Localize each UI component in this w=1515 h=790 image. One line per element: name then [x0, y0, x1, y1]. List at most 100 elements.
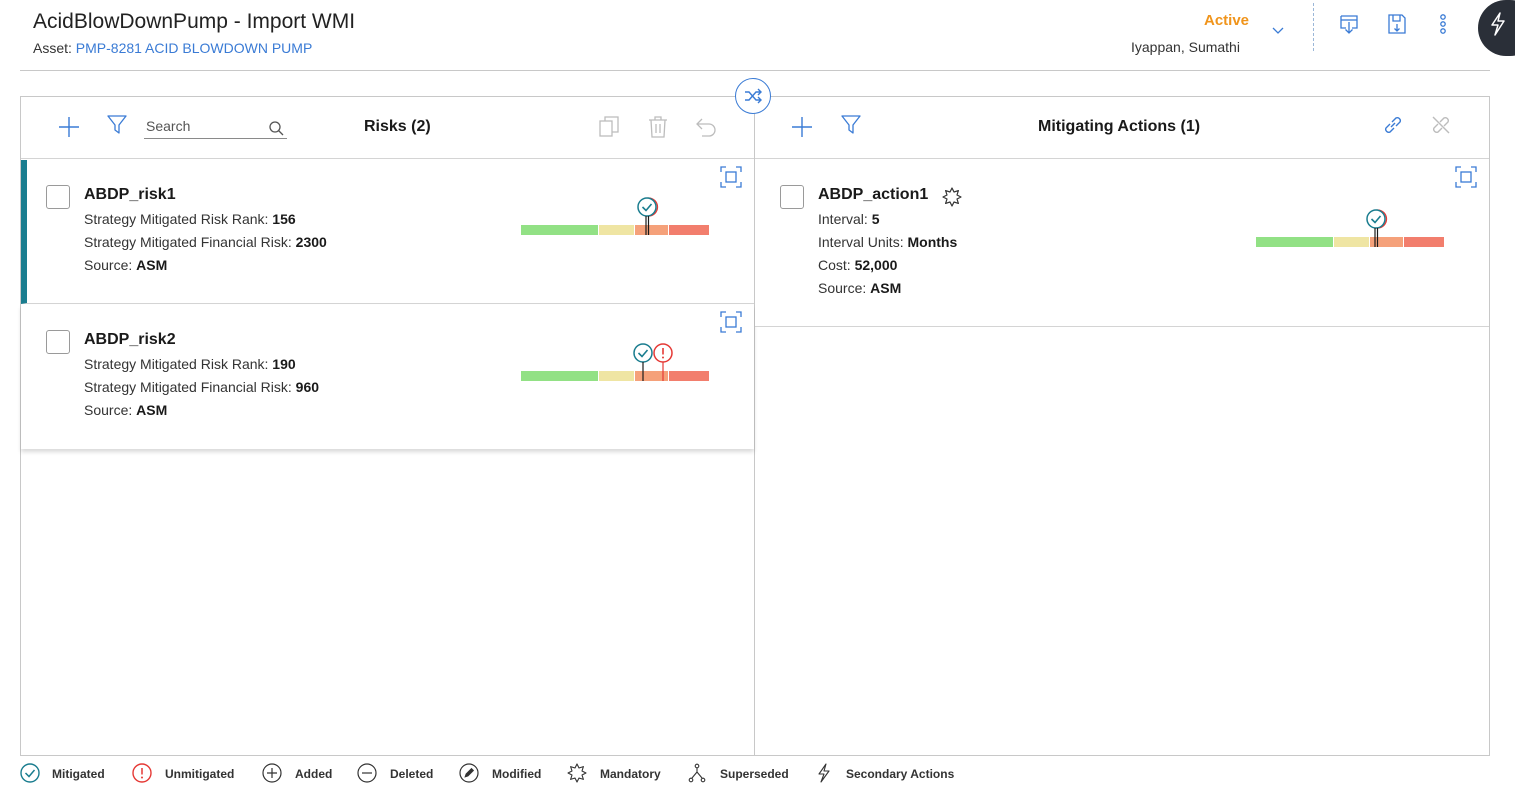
risk-rank-field: Strategy Mitigated Risk Rank: 156: [84, 211, 296, 227]
field-label: Source:: [84, 402, 133, 418]
legend-label: Added: [295, 767, 333, 781]
unmitigated-icon: [132, 763, 152, 783]
actions-toolbar: Mitigating Actions (1): [755, 97, 1489, 159]
source-field: Source: ASM: [84, 402, 167, 418]
field-value: 2300: [295, 234, 327, 250]
risk-critical-segment: [669, 371, 709, 381]
field-label: Interval:: [818, 211, 868, 227]
risk-rank-field: Strategy Mitigated Risk Rank: 190: [84, 356, 296, 372]
status-label[interactable]: Active: [1204, 12, 1249, 29]
field-label: Strategy Mitigated Risk Rank:: [84, 356, 269, 372]
risk-name[interactable]: ABDP_risk1: [84, 186, 176, 204]
save-icon[interactable]: [1385, 12, 1409, 36]
mandatory-icon: [942, 187, 962, 207]
user-name: Iyappan, Sumathi: [1131, 39, 1240, 55]
field-label: Source:: [818, 280, 867, 296]
risk-low-segment: [521, 371, 598, 381]
filter-icon[interactable]: [839, 113, 863, 137]
legend-label: Deleted: [390, 767, 434, 781]
legend-label: Mandatory: [600, 767, 661, 781]
copy-icon[interactable]: [597, 115, 621, 139]
financial-risk-field: Strategy Mitigated Financial Risk: 2300: [84, 234, 327, 250]
unmitigated-icon[interactable]: [651, 343, 675, 381]
risk-low-segment: [1256, 237, 1333, 247]
risk-matrix-bar: [521, 225, 709, 235]
field-value: 5: [871, 211, 880, 227]
header-divider-line: [20, 70, 1490, 71]
field-value: ASM: [136, 402, 168, 418]
header-divider: [1313, 3, 1314, 51]
source-field: Source: ASM: [84, 257, 167, 273]
more-options-icon[interactable]: [1431, 12, 1455, 36]
action-name[interactable]: ABDP_action1: [818, 186, 928, 204]
lightning-icon: [1491, 12, 1505, 36]
modified-icon: [459, 763, 479, 783]
action-checkbox[interactable]: [780, 185, 804, 209]
swap-panels-button[interactable]: [735, 78, 771, 114]
search-field[interactable]: [144, 115, 287, 139]
search-input[interactable]: [146, 118, 264, 134]
action-card[interactable]: ABDP_action1 Interval: 5 Interval Units:…: [755, 160, 1489, 327]
add-icon[interactable]: [790, 115, 814, 139]
risk-matrix-bar: [1256, 237, 1444, 247]
field-label: Strategy Mitigated Financial Risk:: [84, 234, 292, 250]
page-header: AcidBlowDownPump - Import WMI Asset: PMP…: [0, 0, 1515, 72]
interval-units-field: Interval Units: Months: [818, 234, 957, 250]
field-label: Cost:: [818, 257, 851, 273]
field-value: 960: [295, 379, 320, 395]
expand-icon[interactable]: [720, 166, 742, 188]
actions-title: Mitigating Actions (1): [1038, 118, 1201, 135]
risk-critical-segment: [1404, 237, 1444, 247]
mitigated-icon[interactable]: [1363, 209, 1391, 247]
expand-icon[interactable]: [720, 311, 742, 333]
field-label: Interval Units:: [818, 234, 904, 250]
added-icon: [262, 763, 282, 783]
field-value: ASM: [136, 257, 168, 273]
superseded-icon: [688, 763, 706, 783]
unlink-icon[interactable]: [1429, 113, 1453, 137]
asset-info: Asset: PMP-8281 ACID BLOWDOWN PUMP: [33, 40, 312, 56]
field-label: Strategy Mitigated Risk Rank:: [84, 211, 269, 227]
secondary-actions-icon: [818, 763, 830, 783]
asset-link[interactable]: PMP-8281 ACID BLOWDOWN PUMP: [76, 40, 313, 56]
legend-label: Unmitigated: [165, 767, 235, 781]
risk-checkbox[interactable]: [46, 185, 70, 209]
asset-label: Asset:: [33, 40, 72, 56]
risks-toolbar: Risks (2): [21, 97, 754, 159]
field-value: 156: [272, 211, 296, 227]
mandatory-icon: [567, 763, 587, 783]
expand-icon[interactable]: [1455, 166, 1477, 188]
quick-actions-button[interactable]: [1478, 0, 1515, 56]
page-title: AcidBlowDownPump - Import WMI: [33, 10, 356, 33]
shuffle-icon: [745, 88, 762, 104]
field-value: 52,000: [854, 257, 898, 273]
link-icon[interactable]: [1381, 113, 1405, 137]
field-label: Strategy Mitigated Financial Risk:: [84, 379, 292, 395]
risk-critical-segment: [669, 225, 709, 235]
financial-risk-field: Strategy Mitigated Financial Risk: 960: [84, 379, 319, 395]
legend-label: Mitigated: [52, 767, 105, 781]
risk-card[interactable]: ABDP_risk2 Strategy Mitigated Risk Rank:…: [21, 305, 754, 449]
mitigated-icon[interactable]: [634, 197, 662, 235]
cost-field: Cost: 52,000: [818, 257, 897, 273]
source-field: Source: ASM: [818, 280, 901, 296]
risk-checkbox[interactable]: [46, 330, 70, 354]
risks-title: Risks (2): [364, 118, 431, 135]
risk-medium-segment: [599, 225, 634, 235]
risk-matrix-bar: [521, 371, 709, 381]
undo-icon[interactable]: [694, 115, 718, 139]
legend-label: Modified: [492, 767, 542, 781]
risk-name[interactable]: ABDP_risk2: [84, 331, 176, 349]
filter-icon[interactable]: [105, 113, 129, 137]
delete-icon[interactable]: [646, 115, 670, 139]
download-icon[interactable]: [1337, 12, 1361, 36]
field-value: 190: [272, 356, 296, 372]
interval-field: Interval: 5: [818, 211, 880, 227]
chevron-down-icon[interactable]: [1270, 22, 1286, 38]
legend-label: Superseded: [720, 767, 789, 781]
search-icon[interactable]: [268, 120, 284, 136]
risk-low-segment: [521, 225, 598, 235]
deleted-icon: [357, 763, 377, 783]
add-icon[interactable]: [57, 115, 81, 139]
risk-card[interactable]: ABDP_risk1 Strategy Mitigated Risk Rank:…: [21, 160, 754, 304]
